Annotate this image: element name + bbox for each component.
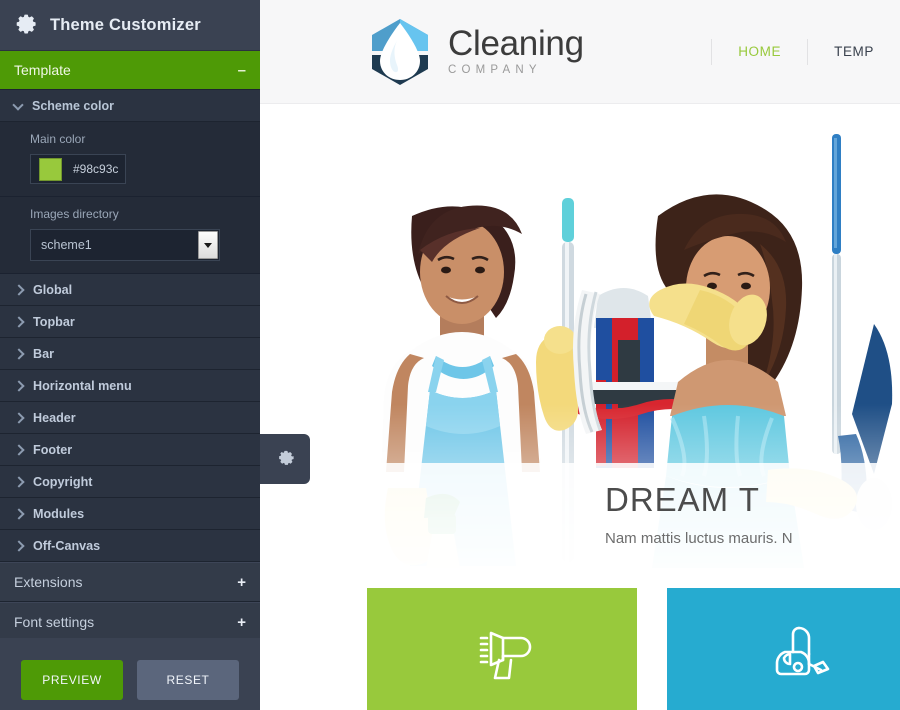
main-color-value: #98c93c [73, 162, 119, 176]
sidebar-item-label: Modules [33, 506, 85, 521]
brand[interactable]: Cleaning COMPANY [368, 17, 584, 87]
sidebar-item-footer[interactable]: Footer [0, 434, 260, 466]
reset-button[interactable]: RESET [137, 660, 239, 700]
expand-plus-icon[interactable]: + [237, 575, 246, 590]
feature-card-vacuum[interactable] [667, 588, 900, 710]
sidebar-item-label: Footer [33, 442, 73, 457]
field-label-main-color: Main color [30, 132, 86, 146]
theme-customizer-panel: Theme Customizer Template – Scheme color… [0, 0, 260, 710]
field-main-color: Main color #98c93c [0, 122, 260, 197]
panel-title: Theme Customizer [50, 15, 201, 34]
gear-icon [274, 448, 296, 470]
feature-cards [260, 588, 900, 710]
chevron-right-icon [14, 285, 23, 294]
sidebar-item-modules[interactable]: Modules [0, 498, 260, 530]
chevron-down-icon[interactable] [198, 231, 218, 259]
sidebar-item-off-canvas[interactable]: Off-Canvas [0, 530, 260, 562]
sidebar-item-label: Bar [33, 346, 54, 361]
site-navigation: HOME TEMP [711, 38, 900, 66]
chevron-right-icon [14, 381, 23, 390]
hero-subtitle: Nam mattis luctus mauris. N [605, 530, 793, 547]
expand-plus-icon[interactable]: + [237, 615, 246, 630]
collapse-minus-icon[interactable]: – [238, 63, 246, 78]
site-preview: Cleaning COMPANY HOME TEMP DREAM T Nam m… [260, 0, 900, 710]
section-label-template: Template [14, 62, 71, 78]
brand-text: Cleaning COMPANY [448, 26, 584, 77]
hero-caption: DREAM T Nam mattis luctus mauris. N [260, 463, 900, 568]
preview-button[interactable]: PREVIEW [21, 660, 123, 700]
hero-title: DREAM T [605, 481, 760, 518]
water-drop-hexagon-logo-icon [368, 17, 432, 87]
sidebar-item-topbar[interactable]: Topbar [0, 306, 260, 338]
field-label-images-directory: Images directory [30, 207, 119, 221]
sidebar-item-copyright[interactable]: Copyright [0, 466, 260, 498]
sidebar-item-label: Global [33, 282, 73, 297]
vacuum-cleaner-icon [765, 612, 839, 686]
section-label-extensions: Extensions [14, 574, 83, 590]
section-header-extensions[interactable]: Extensions + [0, 562, 260, 602]
panel-footer: PREVIEW RESET [0, 638, 260, 710]
images-directory-select[interactable]: scheme1 [30, 229, 220, 261]
chevron-right-icon [14, 477, 23, 486]
chevron-right-icon [14, 445, 23, 454]
sidebar-item-label: Copyright [33, 474, 93, 489]
feature-card-blower[interactable] [367, 588, 637, 710]
section-header-font-settings[interactable]: Font settings + [0, 602, 260, 642]
field-images-directory: Images directory scheme1 [0, 197, 260, 274]
chevron-right-icon [14, 349, 23, 358]
section-label-font-settings: Font settings [14, 614, 95, 630]
main-color-input[interactable]: #98c93c [30, 154, 126, 184]
color-swatch[interactable] [39, 157, 62, 181]
chevron-right-icon [14, 413, 23, 422]
action-buttons: PREVIEW RESET [0, 638, 260, 700]
blower-icon [465, 612, 539, 686]
nav-link-home[interactable]: HOME [712, 39, 807, 65]
sidebar-item-label: Header [33, 410, 76, 425]
sidebar-item-horizontal-menu[interactable]: Horizontal menu [0, 370, 260, 402]
chevron-right-icon [14, 509, 23, 518]
brand-name: Cleaning [448, 24, 584, 64]
sidebar-item-bar[interactable]: Bar [0, 338, 260, 370]
subsection-scheme-color[interactable]: Scheme color [0, 90, 260, 122]
site-header: Cleaning COMPANY HOME TEMP [260, 0, 900, 104]
sidebar-item-label: Topbar [33, 314, 75, 329]
gear-icon [14, 13, 38, 37]
sidebar-item-header[interactable]: Header [0, 402, 260, 434]
panel-header: Theme Customizer [0, 0, 260, 51]
sidebar-item-label: Off-Canvas [33, 538, 101, 553]
nav-link-template[interactable]: TEMP [808, 39, 900, 65]
chevron-right-icon [14, 317, 23, 326]
panel-toggle-button[interactable] [260, 434, 310, 484]
chevron-right-icon [14, 541, 23, 550]
sidebar-item-global[interactable]: Global [0, 274, 260, 306]
section-header-template[interactable]: Template – [0, 51, 260, 90]
images-directory-value: scheme1 [41, 238, 92, 252]
sidebar-item-label: Horizontal menu [33, 378, 132, 393]
subsection-label-scheme-color: Scheme color [32, 98, 114, 113]
brand-tagline: COMPANY [448, 64, 542, 77]
chevron-down-icon [14, 101, 23, 110]
hero-banner: DREAM T Nam mattis luctus mauris. N [260, 104, 900, 568]
